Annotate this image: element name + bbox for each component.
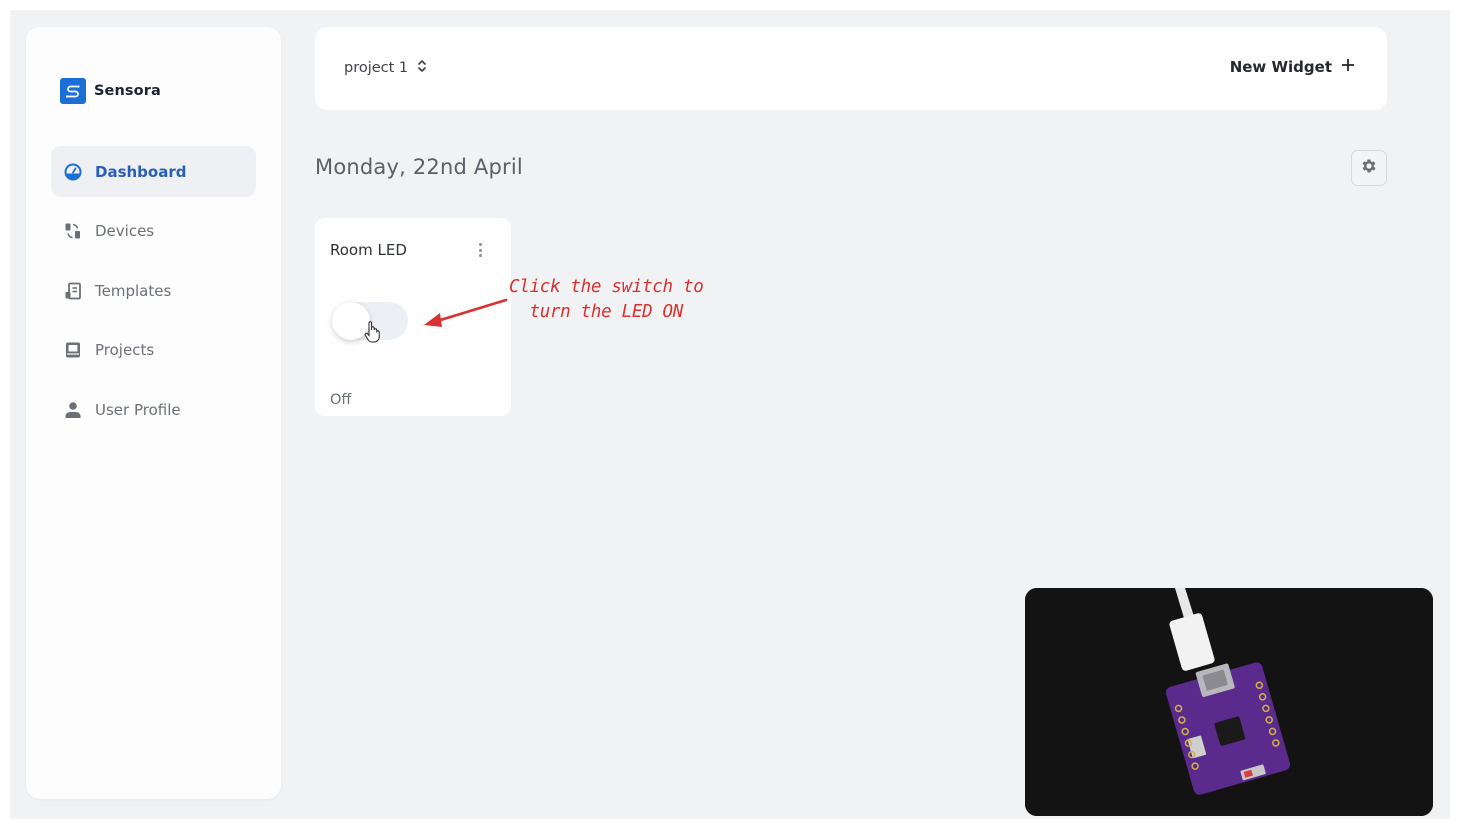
sidebar: Sensora Dashboard Devices Templates Proj… bbox=[26, 27, 281, 799]
kebab-menu-icon[interactable] bbox=[475, 241, 485, 259]
dashboard-settings-button[interactable] bbox=[1351, 150, 1387, 186]
annotation-text: Click the switch to turn the LED ON bbox=[509, 275, 704, 325]
sidebar-item-label: Dashboard bbox=[95, 162, 187, 181]
plus-icon bbox=[1341, 58, 1355, 76]
user-icon bbox=[63, 400, 82, 419]
sidebar-item-templates[interactable]: Templates bbox=[51, 265, 256, 316]
video-overlay bbox=[1025, 588, 1433, 816]
annotation-line-1: Click the switch to bbox=[509, 277, 704, 297]
sidebar-item-projects[interactable]: Projects bbox=[51, 325, 256, 376]
dashboard-gauge-icon bbox=[63, 162, 82, 181]
date-title: Monday, 22nd April bbox=[315, 155, 523, 179]
devices-icon bbox=[63, 222, 82, 241]
sidebar-item-label: Devices bbox=[95, 222, 155, 240]
up-down-chevron-icon bbox=[417, 59, 427, 77]
sidebar-item-label: Projects bbox=[95, 341, 155, 359]
templates-icon bbox=[63, 281, 82, 300]
sidebar-item-dashboard[interactable]: Dashboard bbox=[51, 146, 256, 197]
annotation-line-2: turn the LED ON bbox=[529, 302, 684, 322]
microcontroller-board-image bbox=[1025, 588, 1433, 816]
projects-book-icon bbox=[63, 341, 82, 360]
sidebar-item-label: Templates bbox=[95, 281, 172, 300]
gear-icon bbox=[1360, 157, 1378, 179]
sidebar-item-user-profile[interactable]: User Profile bbox=[51, 384, 256, 435]
sensora-logo-icon bbox=[60, 78, 86, 104]
widget-title: Room LED bbox=[330, 241, 407, 259]
hand-pointer-cursor-icon bbox=[364, 321, 380, 343]
new-widget-label: New Widget bbox=[1229, 58, 1332, 76]
brand-name: Sensora bbox=[94, 83, 161, 99]
project-selector-value: project 1 bbox=[344, 60, 409, 76]
brand[interactable]: Sensora bbox=[60, 78, 161, 104]
project-selector[interactable]: project 1 bbox=[344, 59, 427, 77]
sidebar-item-label: User Profile bbox=[95, 400, 181, 419]
top-bar: project 1 New Widget bbox=[315, 27, 1387, 110]
annotation-arrow-icon bbox=[424, 298, 508, 327]
sidebar-nav: Dashboard Devices Templates Projects Use… bbox=[51, 146, 256, 444]
sidebar-item-devices[interactable]: Devices bbox=[51, 206, 256, 257]
new-widget-button[interactable]: New Widget bbox=[1230, 58, 1355, 76]
widget-status-text: Off bbox=[330, 392, 352, 408]
